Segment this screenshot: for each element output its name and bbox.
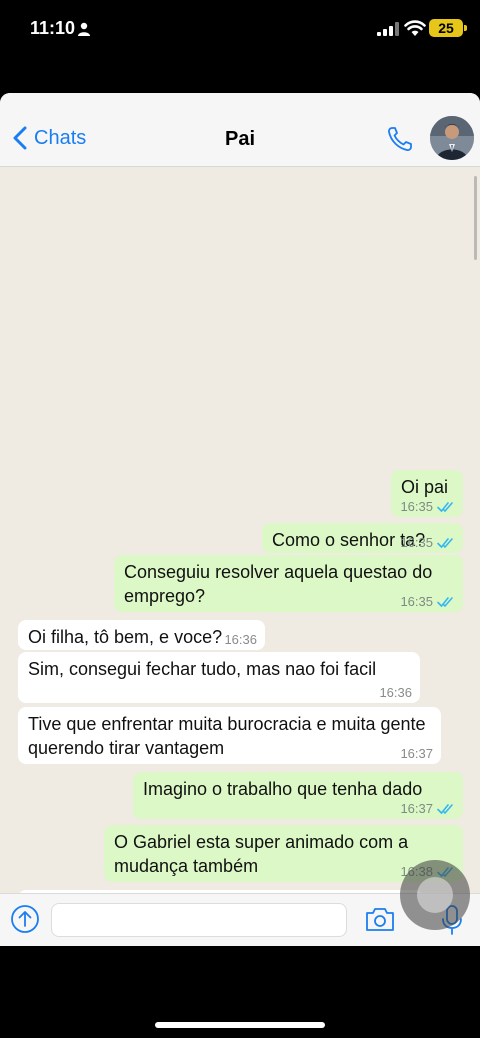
message-time: 16:37: [400, 746, 433, 761]
incoming-message[interactable]: Oi filha, tô bem, e voce? 16:36: [18, 620, 265, 650]
message-time: 16:36: [224, 632, 257, 647]
message-meta: 16:35: [400, 535, 455, 551]
double-check-icon: [437, 502, 453, 513]
message-meta: 16:37: [400, 801, 455, 817]
message-meta: 16:36: [224, 632, 257, 648]
message-text: Oi filha, tô bem, e voce?: [28, 627, 223, 647]
double-check-icon: [437, 597, 453, 608]
message-time: 16:35: [400, 594, 433, 609]
status-time: 11:10: [30, 18, 76, 38]
scrollbar[interactable]: [474, 176, 477, 260]
outgoing-message[interactable]: Imagino o trabalho que tenha dado 16:37: [133, 772, 463, 819]
home-indicator[interactable]: [155, 1022, 325, 1028]
back-button[interactable]: Chats: [12, 123, 86, 153]
person-icon: [78, 22, 90, 36]
message-text: Conseguiu resolver aquela questao do emp…: [124, 562, 433, 606]
message-text: Imagino o trabalho que tenha dado: [143, 779, 423, 799]
attach-arrow-icon[interactable]: [10, 904, 40, 934]
camera-icon[interactable]: [365, 906, 395, 932]
wifi-icon: [404, 20, 426, 36]
avatar[interactable]: [430, 116, 474, 160]
battery-indicator: 25: [429, 19, 467, 37]
chevron-left-icon: [13, 126, 27, 150]
phone-icon[interactable]: [386, 125, 414, 153]
message-time: 16:36: [379, 685, 412, 700]
incoming-message[interactable]: Tive que enfrentar muita burocracia e mu…: [18, 707, 441, 764]
message-text: Sim, consegui fechar tudo, mas nao foi f…: [28, 659, 377, 679]
message-text: O Gabriel esta super animado com a mudan…: [114, 832, 409, 876]
message-meta: 16:36: [379, 685, 412, 701]
message-meta: 16:35: [400, 499, 455, 515]
chat-header: Chats Pai: [0, 93, 480, 167]
message-meta: 16:37: [400, 746, 433, 762]
cellular-signal-icon: [377, 22, 399, 36]
double-check-icon: [437, 538, 453, 549]
chat-window: Chats Pai Oi pai 16:35 Como o senhor ta? 16…: [0, 93, 480, 946]
message-time: 16:35: [400, 535, 433, 550]
message-input[interactable]: [51, 903, 347, 937]
double-check-icon: [437, 804, 453, 815]
message-time: 16:37: [400, 801, 433, 816]
outgoing-message[interactable]: Oi pai 16:35: [391, 470, 463, 517]
outgoing-message[interactable]: Conseguiu resolver aquela questao do emp…: [114, 555, 463, 612]
message-text: Oi pai: [401, 477, 449, 497]
message-meta: 16:35: [400, 594, 455, 610]
back-label: Chats: [34, 126, 87, 149]
assistive-touch-button[interactable]: [400, 860, 470, 930]
status-bar: 11:10 25: [0, 0, 480, 60]
outgoing-message[interactable]: Como o senhor ta? 16:35: [262, 523, 463, 553]
message-time: 16:35: [400, 499, 433, 514]
incoming-message[interactable]: Sim, consegui fechar tudo, mas nao foi f…: [18, 652, 420, 703]
battery-level: 25: [438, 20, 454, 36]
message-list[interactable]: Oi pai 16:35 Como o senhor ta? 16:35 Consegu…: [0, 168, 480, 893]
message-text: Tive que enfrentar muita burocracia e mu…: [28, 714, 426, 758]
contact-photo: [430, 116, 474, 160]
